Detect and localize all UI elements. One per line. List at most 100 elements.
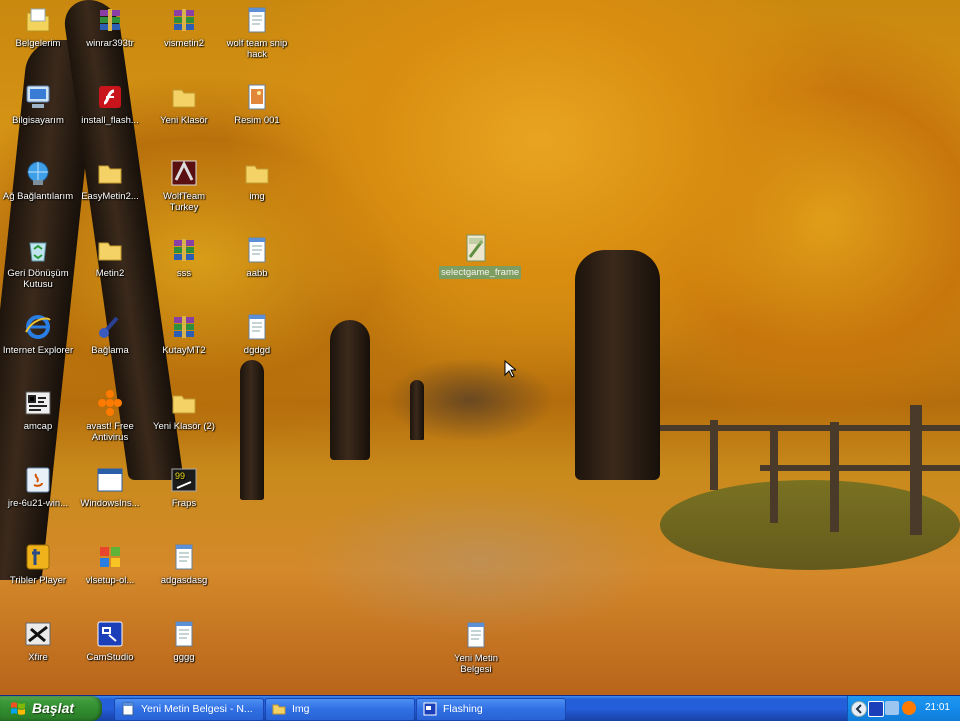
winrar-archive-icon bbox=[174, 316, 194, 338]
winrar-archive-icon bbox=[174, 239, 194, 261]
folder-icon bbox=[172, 395, 196, 414]
desktop-icon-java-installer[interactable]: jre-6u21-win... bbox=[1, 465, 75, 509]
desktop-icon-vlsetup[interactable]: vlsetup-ol... bbox=[73, 542, 147, 586]
folder-icon bbox=[98, 242, 122, 261]
shield-tray-icon[interactable] bbox=[902, 701, 916, 715]
desktop-icon-yeni-klasor[interactable]: Yeni Klasör bbox=[147, 82, 221, 126]
flash-installer-icon bbox=[99, 86, 121, 108]
desktop-icon-label: Metin2 bbox=[95, 268, 125, 279]
desktop-icon-flash-installer[interactable]: install_flash... bbox=[73, 82, 147, 126]
desktop-icon-gggg[interactable]: gggg bbox=[147, 619, 221, 663]
taskbar-button-notepad[interactable]: Yeni Metin Belgesi - N... bbox=[114, 698, 264, 721]
wolfteam-icon bbox=[171, 160, 197, 186]
desktop-icon-fraps[interactable]: 99 Fraps bbox=[147, 465, 221, 509]
desktop-icon-winrar393tr[interactable]: winrar393tr bbox=[73, 5, 147, 49]
desktop-icon-vismetin2[interactable]: vismetin2 bbox=[147, 5, 221, 49]
desktop-icon-label: wolf team snip hack bbox=[226, 38, 288, 60]
mouse-cursor-icon bbox=[504, 360, 516, 378]
desktop-icon-xfire[interactable]: Xfire bbox=[1, 619, 75, 663]
desktop-icon-label: CamStudio bbox=[86, 652, 134, 663]
camstudio-icon bbox=[97, 621, 123, 647]
tree-trunk bbox=[240, 360, 264, 500]
desktop-icon-label: Bağlama bbox=[91, 345, 129, 356]
desktop-icon-label: WolfTeam Turkey bbox=[162, 191, 206, 213]
desktop-icon-recycle-bin[interactable]: Geri Dönüşüm Kutusu bbox=[1, 235, 75, 290]
desktop-icon-baglama[interactable]: Bağlama bbox=[73, 312, 147, 356]
folder-icon bbox=[245, 165, 269, 184]
desktop-icon-label: Belgelerim bbox=[15, 38, 61, 49]
desktop-icon-my-computer[interactable]: Bilgisayarım bbox=[1, 82, 75, 126]
desktop-icon-label: Bilgisayarım bbox=[12, 115, 64, 126]
desktop-icon-yeni-metin-belgesi[interactable]: Yeni Metin Belgesi bbox=[439, 620, 513, 675]
taskbar-button-label: Flashing bbox=[443, 703, 483, 715]
desktop-icon-label: amcap bbox=[23, 421, 53, 432]
taskbar-button-flashing[interactable]: Flashing bbox=[416, 698, 566, 721]
desktop-icon-label: Yeni Klasör (2) bbox=[153, 421, 215, 432]
window-icon bbox=[97, 468, 123, 492]
start-button[interactable]: Başlat bbox=[0, 696, 102, 721]
desktop-icon-metin2[interactable]: Metin2 bbox=[73, 235, 147, 279]
desktop-icon-label: Tribler Player bbox=[9, 575, 67, 586]
folder-icon bbox=[272, 704, 286, 715]
notepad-document-icon bbox=[467, 622, 485, 648]
desktop-icon-my-documents[interactable]: Belgelerim bbox=[1, 5, 75, 49]
desktop-icon-label: Geri Dönüşüm Kutusu bbox=[7, 268, 69, 290]
desktop-icon-label: vlsetup-ol... bbox=[85, 575, 135, 586]
system-tray: 21:01 bbox=[847, 696, 960, 721]
network-tray-icon[interactable] bbox=[885, 701, 899, 715]
desktop-icon-label: dgdgd bbox=[243, 345, 271, 356]
my-computer-icon bbox=[26, 85, 50, 108]
desktop-icon-wolfteam-turkey[interactable]: WolfTeam Turkey bbox=[147, 158, 221, 213]
windows-setup-icon bbox=[100, 547, 120, 567]
desktop-icon-wolf-team-snip-hack[interactable]: wolf team snip hack bbox=[220, 5, 294, 60]
desktop-icon-resim-001[interactable]: Resim 001 bbox=[220, 82, 294, 126]
taskbar-button-img-folder[interactable]: Img bbox=[265, 698, 415, 721]
desktop-icon-label: WindowsIns... bbox=[80, 498, 140, 509]
desktop-icon-img[interactable]: img bbox=[220, 158, 294, 202]
desktop-icon-label: img bbox=[249, 191, 265, 202]
clock[interactable]: 21:01 bbox=[925, 702, 950, 713]
notepad-document-icon bbox=[248, 237, 266, 263]
desktop-icon-kutaymt2[interactable]: KutayMT2 bbox=[147, 312, 221, 356]
svg-text:99: 99 bbox=[175, 471, 185, 481]
desktop-icon-selectgame-frame[interactable]: selectgame_frame bbox=[439, 233, 522, 279]
desktop-icon-tribler-player[interactable]: Tribler Player bbox=[1, 542, 75, 586]
notepad-document-icon bbox=[248, 314, 266, 340]
desktop-icon-label: selectgame_frame bbox=[439, 266, 522, 279]
recycle-bin-icon bbox=[29, 242, 47, 262]
desktop-icon-amcap[interactable]: amcap bbox=[1, 388, 75, 432]
desktop-icon-yeni-klasor-2[interactable]: Yeni Klasör (2) bbox=[147, 388, 221, 432]
desktop-icon-label: Xfire bbox=[28, 652, 48, 663]
java-installer-icon bbox=[26, 467, 50, 493]
desktop-icon-aabb[interactable]: aabb bbox=[220, 235, 294, 279]
notepad-document-icon bbox=[248, 7, 266, 33]
desktop-icon-camstudio[interactable]: CamStudio bbox=[73, 619, 147, 663]
camstudio-tray-icon[interactable] bbox=[868, 701, 884, 717]
notepad-icon bbox=[122, 702, 134, 716]
desktop-icon-windowsins[interactable]: WindowsIns... bbox=[73, 465, 147, 509]
desktop-icon-adgasdasg[interactable]: adgasdasg bbox=[147, 542, 221, 586]
desktop-icon-avast[interactable]: avast! Free Antivirus bbox=[73, 388, 147, 443]
winrar-archive-icon bbox=[100, 9, 120, 31]
desktop-icon-dgdgd[interactable]: dgdgd bbox=[220, 312, 294, 356]
fence-post bbox=[710, 420, 718, 490]
desktop-icon-label: install_flash... bbox=[81, 115, 139, 126]
chevron-left-icon bbox=[855, 704, 862, 714]
taskbar: Başlat Yeni Metin Belgesi - N... Img Fla… bbox=[0, 695, 960, 721]
my-documents-icon bbox=[26, 8, 50, 32]
desktop-icon-label: Resim 001 bbox=[234, 115, 280, 126]
desktop-icon-network-connections[interactable]: Ağ Bağlantılarım bbox=[1, 158, 75, 202]
taskbar-button-label: Yeni Metin Belgesi - N... bbox=[141, 703, 253, 715]
desktop-icon-label: vismetin2 bbox=[163, 38, 205, 49]
desktop-icon-sss[interactable]: sss bbox=[147, 235, 221, 279]
image-file-icon bbox=[466, 234, 486, 262]
desktop-icon-label: EasyMetin2... bbox=[81, 191, 139, 202]
tree-trunk bbox=[330, 320, 370, 460]
desktop-icon-label: Yeni Klasör bbox=[160, 115, 208, 126]
desktop-icon-internet-explorer[interactable]: Internet Explorer bbox=[1, 312, 75, 356]
desktop-icon-easymetin2[interactable]: EasyMetin2... bbox=[73, 158, 147, 202]
desktop-icon-label: Yeni Metin Belgesi bbox=[453, 653, 498, 675]
fence-rail bbox=[760, 465, 960, 471]
fence-post bbox=[910, 405, 922, 535]
tray-arrow-icon[interactable] bbox=[851, 701, 867, 717]
